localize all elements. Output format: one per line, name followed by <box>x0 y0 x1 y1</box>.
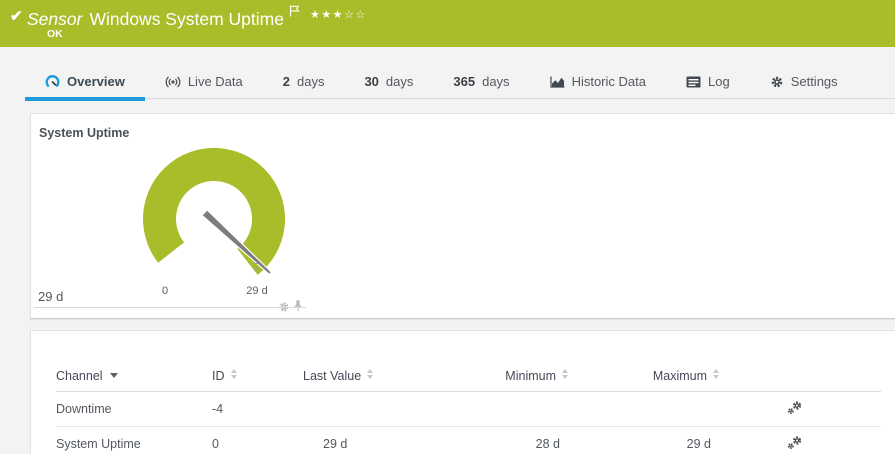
cell-last-value: 29 d <box>303 427 433 454</box>
cell-minimum <box>433 392 568 427</box>
tab-label: Historic Data <box>572 74 646 89</box>
channel-settings-gears-icon[interactable] <box>787 435 803 450</box>
tab-historic-data[interactable]: Historic Data <box>530 65 666 98</box>
gauge-scale-min: 0 <box>155 285 175 297</box>
status-check-icon: ✔ <box>10 7 23 25</box>
cell-minimum: 28 d <box>433 427 568 454</box>
priority-stars-filled: ★★★ <box>310 9 344 21</box>
historic-data-icon <box>550 75 565 88</box>
channel-settings-gears-icon[interactable] <box>787 400 803 415</box>
cell-id: 0 <box>212 427 303 454</box>
tab-30-days[interactable]: 30 days <box>344 65 433 98</box>
column-header-maximum[interactable]: Maximum <box>568 367 719 392</box>
tab-log[interactable]: Log <box>666 65 750 98</box>
cell-id: -4 <box>212 392 303 427</box>
tab-settings[interactable]: Settings <box>750 65 858 98</box>
tab-label: days <box>386 74 413 89</box>
tab-label: Live Data <box>188 74 243 89</box>
favorite-flag-icon[interactable] <box>289 5 300 17</box>
sensor-header: ✔ Sensor Windows System Uptime ★★★☆☆ OK <box>0 0 895 47</box>
gauge-footer-divider <box>34 307 306 308</box>
sort-icons <box>562 369 568 379</box>
gauge-current-value: 29 d <box>38 289 63 304</box>
tab-label: Log <box>708 74 730 89</box>
column-header-settings <box>719 367 811 392</box>
gauge-mini-marker: x <box>254 264 258 273</box>
table-row: Downtime -4 <box>56 392 881 427</box>
column-header-last-value[interactable]: Last Value <box>303 367 433 392</box>
table-header-row: Channel ID Last Value Minimum Maximum <box>56 367 881 392</box>
gauge-panel: System Uptime x 0 29 d 29 d <box>30 113 895 319</box>
tab-label: Settings <box>791 74 838 89</box>
sensor-title: Windows System Uptime <box>89 9 284 29</box>
column-header-id[interactable]: ID <box>212 367 303 392</box>
cell-channel[interactable]: Downtime <box>56 392 212 427</box>
log-icon <box>686 76 701 88</box>
tab-number: 2 <box>283 74 290 89</box>
tab-2-days[interactable]: 2 days <box>263 65 345 98</box>
sensor-title-line: Sensor Windows System Uptime ★★★☆☆ <box>27 5 367 30</box>
cell-last-value <box>303 392 433 427</box>
tab-overview[interactable]: Overview <box>25 65 145 98</box>
panel-title: System Uptime <box>39 126 129 140</box>
tab-label: days <box>297 74 324 89</box>
tab-number: 30 <box>364 74 378 89</box>
channel-table-panel: Channel ID Last Value Minimum Maximum Do… <box>30 330 895 454</box>
column-header-channel[interactable]: Channel <box>56 367 212 392</box>
column-header-minimum[interactable]: Minimum <box>433 367 568 392</box>
live-data-icon <box>165 75 181 89</box>
sort-desc-icon <box>110 373 118 378</box>
tab-number: 365 <box>453 74 475 89</box>
sort-icons <box>231 369 237 379</box>
priority-stars-empty: ☆☆ <box>344 9 367 21</box>
sort-icons <box>367 369 373 379</box>
tab-365-days[interactable]: 365 days <box>433 65 529 98</box>
cell-channel[interactable]: System Uptime <box>56 427 212 454</box>
channel-table: Channel ID Last Value Minimum Maximum Do… <box>56 367 881 454</box>
sensor-type-label: Sensor <box>27 9 82 29</box>
table-row: System Uptime 0 29 d 28 d 29 d <box>56 427 881 454</box>
gear-icon <box>770 75 784 89</box>
tab-label: days <box>482 74 509 89</box>
cell-maximum <box>568 392 719 427</box>
tab-live-data[interactable]: Live Data <box>145 65 263 98</box>
cell-settings <box>719 427 811 454</box>
cell-maximum: 29 d <box>568 427 719 454</box>
gauge-arc <box>143 148 285 275</box>
tab-bar: Overview Live Data 2 days 30 days 365 da… <box>25 65 895 99</box>
uptime-gauge <box>134 139 294 299</box>
sort-icons <box>713 369 719 379</box>
priority-stars[interactable]: ★★★☆☆ <box>310 9 367 21</box>
gauge-scale-max: 29 d <box>237 285 277 297</box>
status-badge: OK <box>47 28 63 40</box>
gauge-icon <box>45 74 60 89</box>
tab-label: Overview <box>67 74 125 89</box>
cell-settings <box>719 392 811 427</box>
